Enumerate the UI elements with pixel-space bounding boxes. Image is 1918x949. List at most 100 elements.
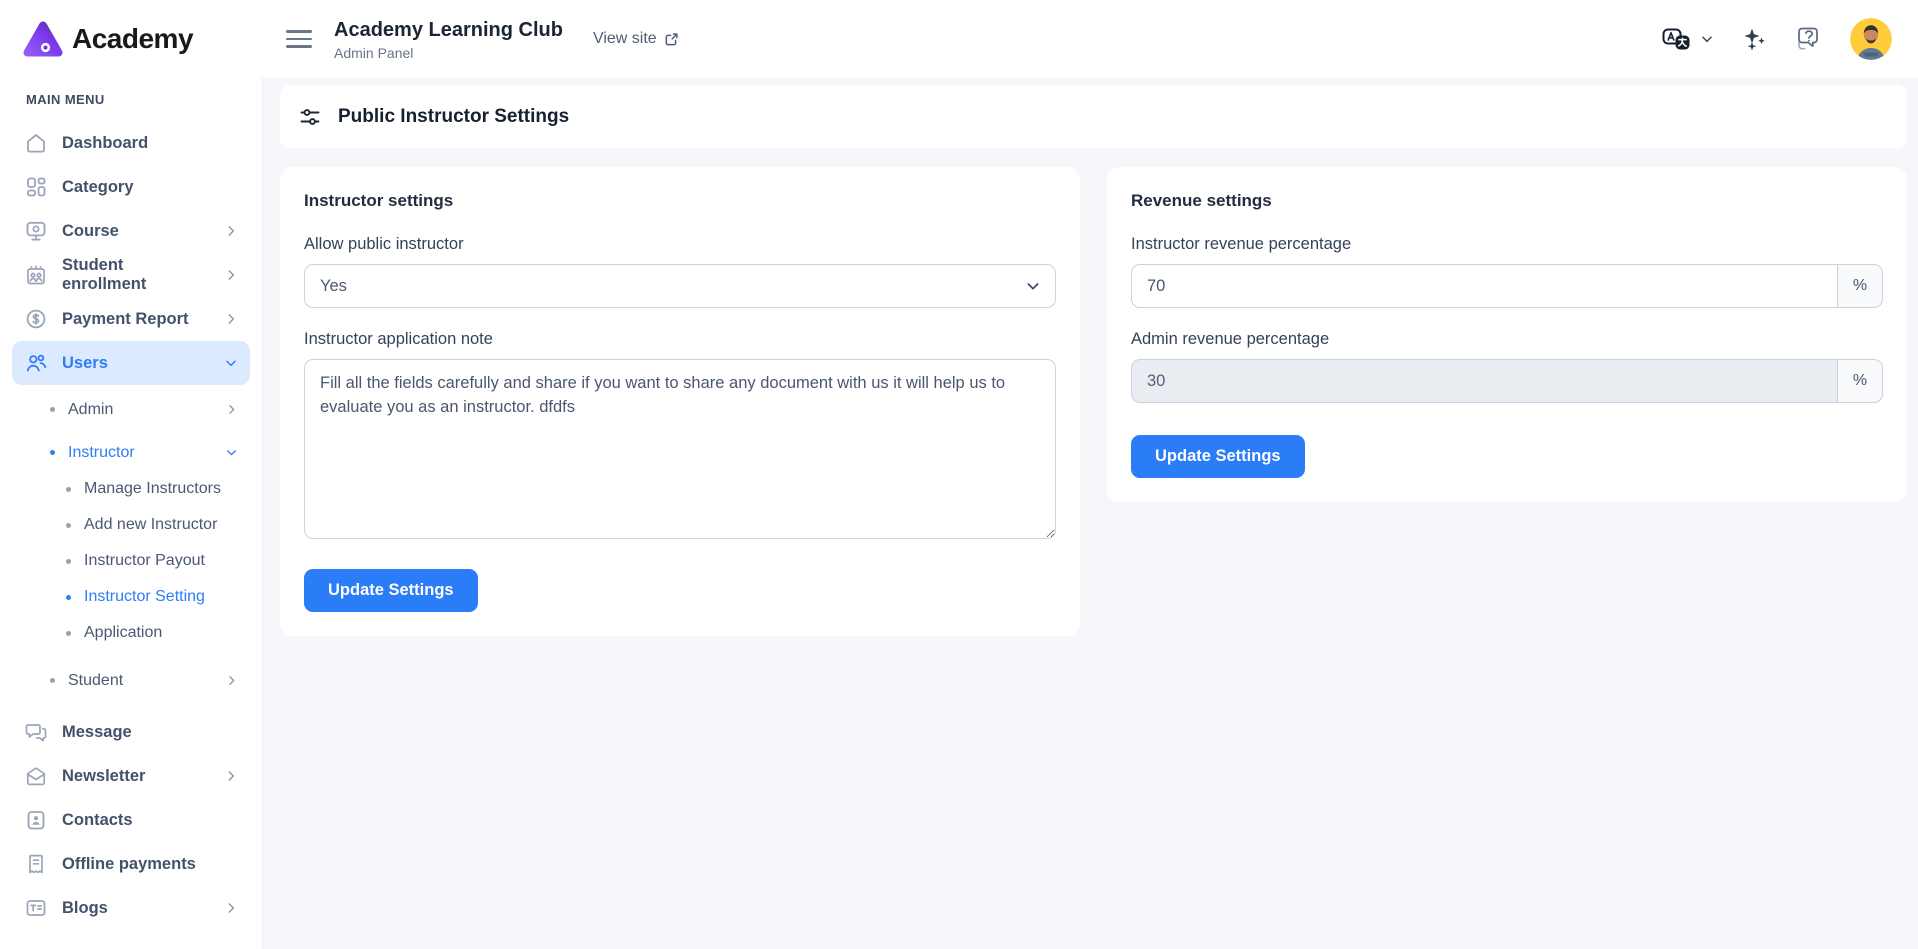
sidebar-item-label: Course <box>62 222 119 241</box>
chevron-right-icon <box>225 674 238 687</box>
sidebar-item-dashboard[interactable]: Dashboard <box>12 121 250 165</box>
page-title: Public Instructor Settings <box>338 106 569 128</box>
sidebar-item-label: Newsletter <box>62 767 145 786</box>
instructor-revenue-percentage-field: % <box>1131 264 1883 308</box>
sidebar-item-users[interactable]: Users <box>12 341 250 385</box>
sidebar-item-label: Payment Report <box>62 310 189 329</box>
settings-cards: Instructor settings Allow public instruc… <box>280 167 1907 636</box>
instructor-application-note-textarea[interactable]: Fill all the fields carefully and share … <box>304 359 1056 539</box>
instructor-settings-card: Instructor settings Allow public instruc… <box>280 167 1080 636</box>
chevron-down-icon <box>224 356 238 370</box>
percent-addon: % <box>1837 359 1883 403</box>
sparkles-icon <box>1740 25 1768 53</box>
sidebar-item-offline-payments[interactable]: Offline payments <box>12 842 250 886</box>
sidebar-item-message[interactable]: Message <box>12 710 250 754</box>
bullet-dot-icon <box>50 450 55 455</box>
blog-icon <box>24 896 48 920</box>
view-site-link[interactable]: View site <box>593 30 679 48</box>
header-actions <box>1662 18 1892 60</box>
chevron-down-icon <box>225 446 238 459</box>
users-icon <box>24 351 48 375</box>
admin-revenue-percentage-input <box>1131 359 1837 403</box>
help-chat-icon <box>1794 24 1824 54</box>
sidebar-item-admin[interactable]: Admin <box>12 391 250 428</box>
sidebar-item-application[interactable]: Application <box>12 615 250 651</box>
sidebar-item-add-new-instructor[interactable]: Add new Instructor <box>12 507 250 543</box>
sliders-icon <box>298 105 322 129</box>
sidebar-item-label: Instructor <box>68 444 135 462</box>
instructor-application-note-label: Instructor application note <box>304 330 1056 349</box>
sidebar-item-label: Instructor Payout <box>84 552 205 570</box>
site-title-block: Academy Learning Club Admin Panel <box>334 18 563 61</box>
course-icon <box>24 219 48 243</box>
sidebar-item-newsletter[interactable]: Newsletter <box>12 754 250 798</box>
sidebar-item-label: Dashboard <box>62 134 148 153</box>
sidebar-item-student[interactable]: Student <box>12 662 250 699</box>
sidebar-item-label: Manage Instructors <box>84 480 221 498</box>
chevron-down-icon <box>1700 32 1714 46</box>
sidebar-item-label: Category <box>62 178 134 197</box>
sidebar-item-label: Contacts <box>62 811 133 830</box>
academy-logo-icon <box>22 20 64 58</box>
instructor-revenue-percentage-label: Instructor revenue percentage <box>1131 235 1883 254</box>
chevron-right-icon <box>224 901 238 915</box>
view-site-label: View site <box>593 30 657 48</box>
home-icon <box>24 131 48 155</box>
bullet-dot-icon <box>66 487 71 492</box>
sidebar-item-category[interactable]: Category <box>12 165 250 209</box>
page-content: Public Instructor Settings Instructor se… <box>262 78 1918 949</box>
card-heading: Instructor settings <box>304 191 1056 211</box>
bullet-dot-icon <box>66 559 71 564</box>
sidebar-item-blogs[interactable]: Blogs <box>12 886 250 930</box>
allow-public-instructor-label: Allow public instructor <box>304 235 1056 254</box>
sidebar-item-course[interactable]: Course <box>12 209 250 253</box>
message-icon <box>24 720 48 744</box>
update-settings-button[interactable]: Update Settings <box>304 569 478 612</box>
sidebar-item-label: Application <box>84 624 162 642</box>
admin-revenue-percentage-field: % <box>1131 359 1883 403</box>
enrollment-icon <box>24 263 48 287</box>
sidebar-item-instructor[interactable]: Instructor <box>12 434 250 471</box>
sidebar-item-instructor-setting[interactable]: Instructor Setting <box>12 579 250 615</box>
sidebar-item-label: Add new Instructor <box>84 516 217 534</box>
chevron-right-icon <box>224 268 238 282</box>
sidebar-item-manage-instructors[interactable]: Manage Instructors <box>12 471 250 507</box>
user-avatar[interactable] <box>1850 18 1892 60</box>
percent-addon: % <box>1837 264 1883 308</box>
receipt-icon <box>24 852 48 876</box>
sidebar-item-contacts[interactable]: Contacts <box>12 798 250 842</box>
site-subtitle: Admin Panel <box>334 45 563 61</box>
allow-public-instructor-select[interactable]: Yes <box>304 264 1056 308</box>
sparkles-button[interactable] <box>1740 25 1768 53</box>
external-link-icon <box>664 32 679 47</box>
sidebar-item-label: Offline payments <box>62 855 196 874</box>
dollar-circle-icon <box>24 307 48 331</box>
category-icon <box>24 175 48 199</box>
brand-logo[interactable]: Academy <box>12 18 250 58</box>
sidebar-item-student-enrollment[interactable]: Student enrollment <box>12 253 250 297</box>
menu-section-label: MAIN MENU <box>26 92 236 107</box>
sidebar-item-label: Blogs <box>62 899 108 918</box>
revenue-settings-card: Revenue settings Instructor revenue perc… <box>1107 167 1907 502</box>
sidebar-item-label: Instructor Setting <box>84 588 205 606</box>
sidebar-item-label: Users <box>62 354 108 373</box>
contact-card-icon <box>24 808 48 832</box>
language-selector[interactable] <box>1662 26 1714 53</box>
sidebar-item-label: Admin <box>68 401 113 419</box>
sidebar-item-payment-report[interactable]: Payment Report <box>12 297 250 341</box>
page-title-bar: Public Instructor Settings <box>280 85 1907 148</box>
update-settings-button[interactable]: Update Settings <box>1131 435 1305 478</box>
sidebar-item-label: Message <box>62 723 132 742</box>
chevron-right-icon <box>224 224 238 238</box>
top-header: Academy Learning Club Admin Panel View s… <box>262 0 1918 78</box>
bullet-dot-icon <box>50 407 55 412</box>
site-title: Academy Learning Club <box>334 18 563 42</box>
chevron-right-icon <box>224 769 238 783</box>
instructor-revenue-percentage-input[interactable] <box>1131 264 1837 308</box>
help-button[interactable] <box>1794 24 1824 54</box>
sidebar-toggle-button[interactable] <box>286 26 312 51</box>
newsletter-icon <box>24 764 48 788</box>
sidebar: Academy MAIN MENU Dashboard Category Cou… <box>0 0 262 949</box>
sidebar-item-instructor-payout[interactable]: Instructor Payout <box>12 543 250 579</box>
chevron-right-icon <box>225 403 238 416</box>
